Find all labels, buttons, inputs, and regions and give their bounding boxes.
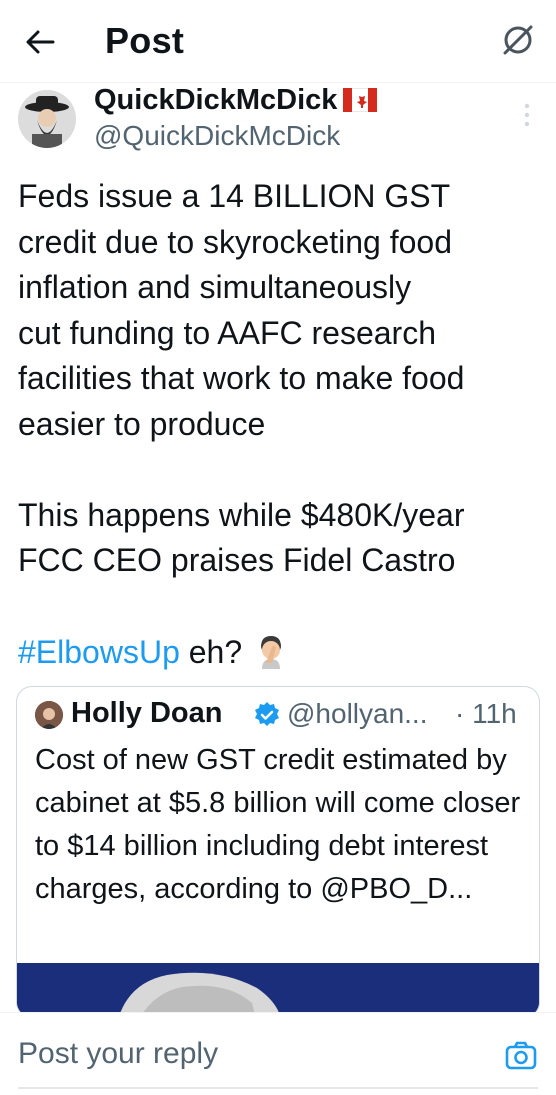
quote-timestamp: · 11h: [455, 698, 517, 729]
facepalm-emoji-icon: [261, 636, 282, 669]
reply-bar: Post your reply: [0, 1012, 556, 1095]
back-arrow-icon[interactable]: [22, 24, 58, 60]
verified-badge-icon: [255, 702, 279, 726]
quote-media-photo: [17, 963, 539, 1017]
reply-underline: [18, 1087, 538, 1089]
hashtag-link[interactable]: #ElbowsUp: [18, 634, 180, 670]
more-vertical-icon[interactable]: [520, 102, 534, 128]
page-title: Post: [105, 20, 185, 61]
quote-author-name[interactable]: Holly Doan: [71, 697, 222, 730]
author-name[interactable]: QuickDickMcDick: [94, 84, 378, 117]
quoted-post[interactable]: Holly Doan @hollyan... · 11h Cost of new…: [16, 686, 540, 1018]
avatar-image: [18, 90, 76, 148]
quote-avatar-image: [35, 701, 63, 729]
author-avatar[interactable]: [18, 90, 76, 148]
author-handle[interactable]: @QuickDickMcDick: [94, 120, 340, 152]
quote-author-handle[interactable]: @hollyan...: [287, 698, 428, 730]
author-name-text[interactable]: QuickDickMcDick: [94, 84, 337, 116]
quote-text: Cost of new GST credit estimated by cabi…: [35, 744, 521, 905]
camera-icon[interactable]: [504, 1039, 538, 1073]
tag-suffix: eh?: [188, 634, 243, 670]
top-bar: Post: [0, 0, 556, 83]
post-tagline: #ElbowsUp eh?: [18, 630, 289, 675]
reply-input[interactable]: Post your reply: [18, 1037, 218, 1071]
canada-flag-icon: [343, 88, 378, 112]
grok-icon[interactable]: [500, 22, 536, 58]
post-text: Feds issue a 14 BILLION GST credit due t…: [18, 178, 465, 578]
quote-media-image[interactable]: [17, 963, 539, 1017]
quote-author-avatar[interactable]: [35, 701, 63, 729]
